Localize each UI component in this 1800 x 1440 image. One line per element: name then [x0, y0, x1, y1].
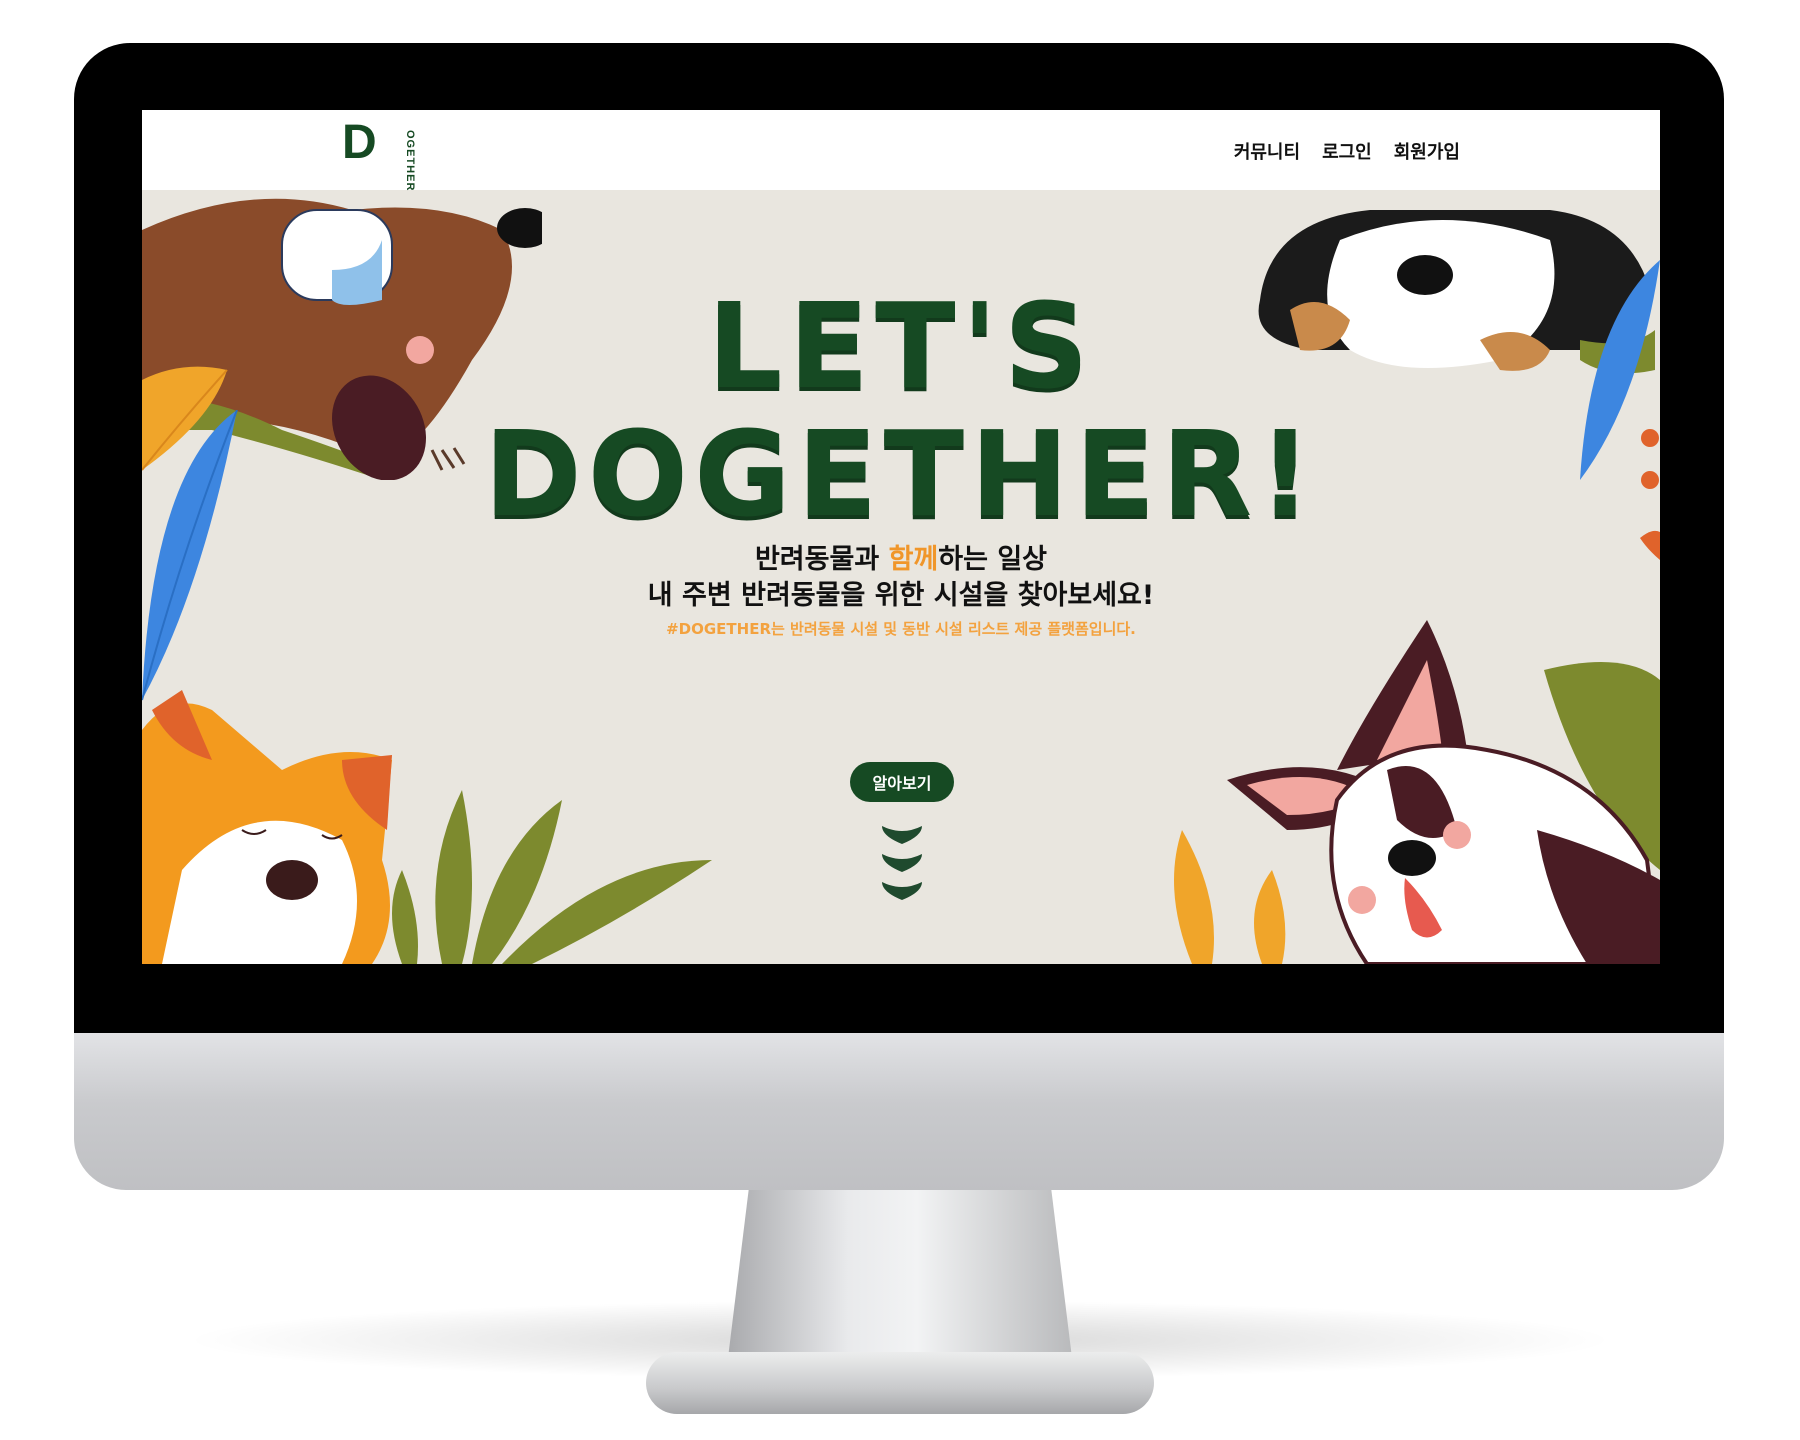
husky-dog-illustration — [1227, 620, 1660, 964]
hero-tagline: #DOGETHER는 반려동물 시설 및 동반 시설 리스트 제공 플랫폼입니다… — [666, 620, 1136, 638]
monitor-stand-base — [646, 1352, 1154, 1414]
subtitle-accent-word: 함께 — [888, 544, 939, 575]
subtitle-text-after: 하는 일상 — [938, 544, 1048, 575]
chevron-down-icon[interactable] — [878, 822, 926, 906]
dogether-logo[interactable]: D OGETHER — [342, 116, 416, 192]
hero-title: LET'S DOGETHER! — [142, 282, 1660, 538]
monitor-stand-neck — [728, 1190, 1072, 1358]
site-navbar: D OGETHER 커뮤니티 로그인 회원가입 — [142, 110, 1660, 192]
hero-subtitle: 반려동물과 함께하는 일상 내 주변 반려동물을 위한 시설을 찾아보세요! — [142, 542, 1660, 614]
nav-links: 커뮤니티 로그인 회원가입 — [1234, 138, 1460, 164]
nav-link-signup[interactable]: 회원가입 — [1394, 138, 1460, 164]
nav-link-login[interactable]: 로그인 — [1322, 138, 1372, 164]
monitor-chin — [74, 1033, 1724, 1190]
logo-arc-text: OGETHER — [404, 130, 416, 192]
nav-link-community[interactable]: 커뮤니티 — [1234, 138, 1300, 164]
website-screen: D OGETHER 커뮤니티 로그인 회원가입 LET'S DOGETHER! … — [142, 110, 1660, 964]
logo-letter: D — [342, 116, 377, 169]
hero-subtitle-line-2: 내 주변 반려동물을 위한 시설을 찾아보세요! — [647, 580, 1155, 611]
olive-leaves-bottom-left — [392, 790, 712, 964]
hero-title-line-1: LET'S — [707, 277, 1095, 415]
subtitle-text-before: 반려동물과 — [754, 544, 889, 575]
learn-more-button[interactable]: 알아보기 — [850, 762, 954, 802]
hero-subtitle-line-1: 반려동물과 함께하는 일상 — [142, 542, 1660, 578]
hero-title-line-2: DOGETHER! — [483, 405, 1319, 543]
